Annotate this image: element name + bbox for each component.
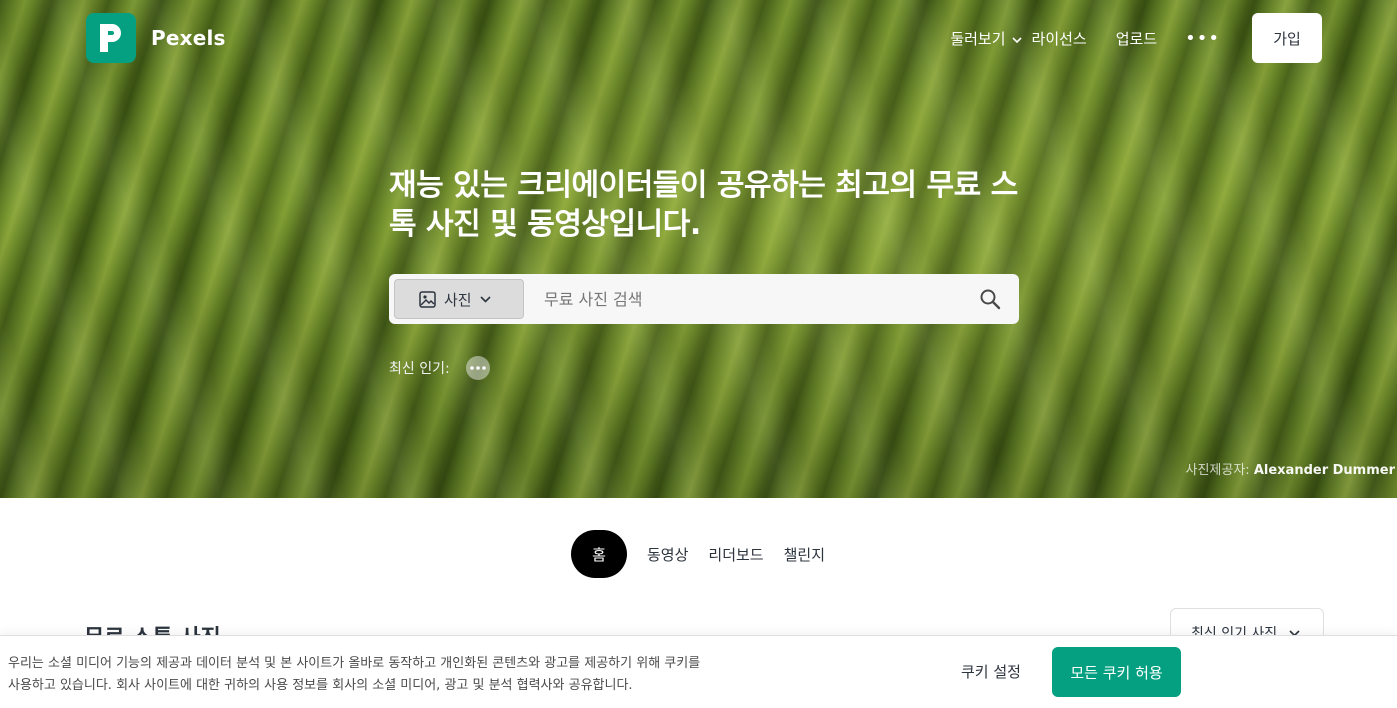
- search-bar: 사진: [389, 274, 1019, 324]
- photo-credit-prefix: 사진제공자:: [1185, 463, 1250, 478]
- chevron-down-icon: [1011, 30, 1022, 48]
- image-icon: [419, 290, 436, 308]
- tab-videos[interactable]: 동영상: [647, 544, 688, 565]
- nav-license[interactable]: 라이선스: [1032, 28, 1087, 49]
- tab-home[interactable]: 홈: [571, 530, 627, 578]
- more-dots-icon[interactable]: [465, 356, 490, 380]
- cookie-text: 우리는 소셜 미디어 기능의 제공과 데이터 분석 및 본 사이트가 올바로 동…: [8, 656, 701, 693]
- search-icon[interactable]: [979, 288, 1001, 314]
- search-type-label: 사진: [444, 290, 472, 309]
- hero-banner: Pexels 둘러보기 라이선스 업로드 ••• 가입 재능 있는 크리에이터들…: [0, 0, 1397, 498]
- chevron-down-icon: [480, 295, 491, 303]
- hero-background-image: [0, 0, 1397, 498]
- hero-title: 재능 있는 크리에이터들이 공유하는 최고의 무료 스톡 사진 및 동영상입니다…: [389, 168, 1018, 242]
- top-nav: 둘러보기 라이선스 업로드 ••• 가입: [950, 13, 1322, 63]
- logo-text: Pexels: [151, 26, 226, 50]
- main-tabs: 홈 동영상 리더보드 챌린지: [571, 530, 825, 578]
- tab-leaderboard[interactable]: 리더보드: [708, 544, 763, 565]
- logo[interactable]: Pexels: [86, 13, 226, 63]
- cookie-settings-button[interactable]: 쿠키 설정: [961, 661, 1021, 682]
- nav-explore[interactable]: 둘러보기: [950, 28, 1022, 49]
- search-input[interactable]: [544, 287, 964, 311]
- trending-label: 최신 인기:: [389, 361, 450, 377]
- join-button[interactable]: 가입: [1252, 13, 1322, 63]
- search-type-dropdown[interactable]: 사진: [394, 279, 524, 319]
- photo-credit: 사진제공자: Alexander Dummer: [1186, 459, 1396, 478]
- nav-upload[interactable]: 업로드: [1116, 28, 1157, 49]
- nav-explore-label: 둘러보기: [950, 29, 1006, 48]
- more-menu-icon[interactable]: •••: [1185, 28, 1220, 49]
- pexels-logo-icon: [86, 13, 136, 63]
- tab-challenges[interactable]: 챌린지: [784, 544, 825, 565]
- photo-credit-name[interactable]: Alexander Dummer: [1254, 463, 1395, 478]
- cookie-banner: 우리는 소셜 미디어 기능의 제공과 데이터 분석 및 본 사이트가 올바로 동…: [0, 635, 1397, 708]
- accept-all-cookies-button[interactable]: 모든 쿠키 허용: [1052, 647, 1181, 697]
- trending-searches: 최신 인기:: [389, 356, 490, 380]
